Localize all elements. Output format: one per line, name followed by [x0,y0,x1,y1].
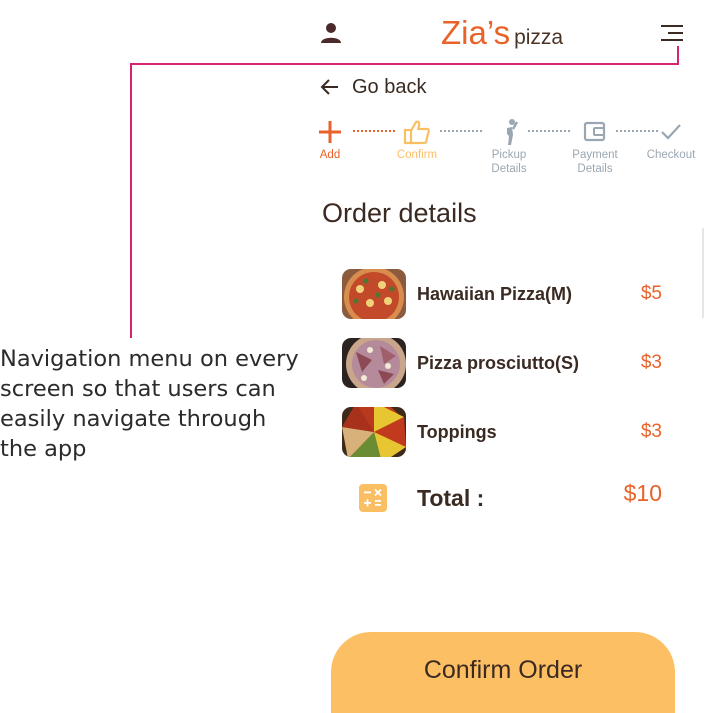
annotation-text: Navigation menu on every screen so that … [0,346,299,462]
step-label-checkout: Checkout [646,149,696,161]
app-brand: Zia’s pizza [441,14,563,52]
annotation-connector-pointer [677,46,679,65]
arrow-left-icon [320,77,340,97]
step-checkout[interactable]: Checkout [636,118,704,162]
step-confirm[interactable]: Confirm [382,118,452,162]
annotation-connector-vertical [130,63,132,338]
go-back-button[interactable]: Go back [320,74,426,100]
item-price: $3 [640,421,662,442]
step-label-payment: Payment Details [572,149,618,175]
pizza-thumbnail [342,338,406,388]
step-label-confirm: Confirm [396,149,438,161]
item-price: $5 [640,283,662,304]
check-icon [661,124,681,140]
order-item[interactable]: Hawaiian Pizza(M) $5 [342,269,664,321]
person-pickup-icon [507,119,519,145]
step-label-pickup: Pickup Details [491,149,527,175]
item-name: Toppings [417,422,497,442]
item-name: Hawaiian Pizza(M) [417,284,573,304]
total-label: Total : [417,485,485,511]
wallet-icon [583,121,606,142]
step-add[interactable]: Add [295,118,365,162]
confirm-order-button[interactable]: Confirm Order [331,632,675,713]
step-payment-details[interactable]: Payment Details [560,118,630,176]
brand-subtitle: pizza [514,26,564,49]
item-name: Pizza prosciutto(S) [417,353,580,373]
page-title: Order details [322,198,477,228]
plus-icon [319,121,341,143]
total-value: $10 [623,480,662,506]
thumbs-up-icon [403,120,430,145]
calculator-icon [359,484,387,512]
brand-name: Zia’s [441,14,511,51]
item-price: $3 [640,352,662,373]
user-icon[interactable] [320,22,342,44]
toppings-thumbnail [342,407,406,457]
step-label-add: Add [319,149,341,161]
order-item[interactable]: Toppings $3 [342,407,664,459]
go-back-label: Go back [352,75,427,98]
annotation-connector-horizontal [130,63,679,65]
step-pickup-details[interactable]: Pickup Details [474,118,544,176]
hamburger-menu-icon[interactable] [660,24,684,42]
order-item[interactable]: Pizza prosciutto(S) $3 [342,338,664,390]
pizza-thumbnail [342,269,406,319]
